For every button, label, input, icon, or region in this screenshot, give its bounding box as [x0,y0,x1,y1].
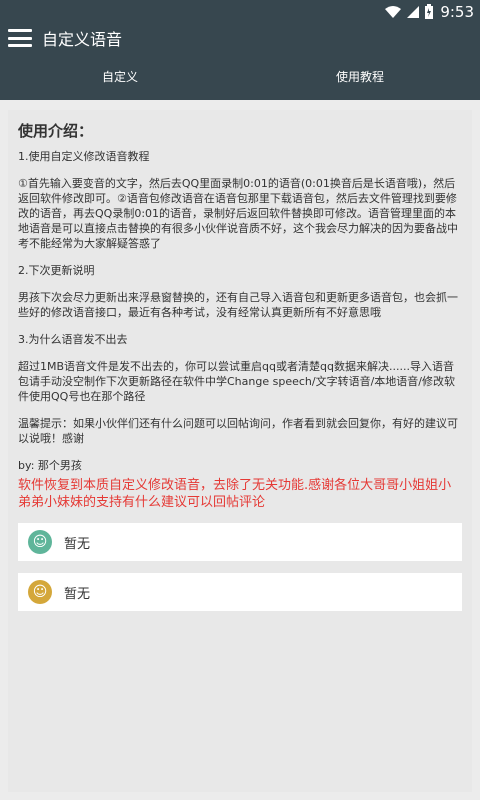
content-card: 使用介绍： 1.使用自定义修改语音教程 ①首先输入要变音的文字，然后去QQ里面录… [8,110,472,792]
signal-icon [407,6,420,18]
section3-title: 3.为什么语音发不出去 [18,333,128,346]
author-text: by: 那个男孩 [18,459,82,472]
tab-bar: 自定义 使用教程 [0,52,480,100]
notice-text: 软件恢复到本质自定义修改语音，去除了无关功能.感谢各位大哥哥小姐姐小弟弟小妹妹的… [18,478,452,510]
list-item[interactable]: ☺ 暂无 [18,573,462,611]
app-title: 自定义语音 [42,30,123,49]
section3-body: 超过1MB语音文件是发不出去的，你可以尝试重启qq或者清楚qq数据来解决....… [18,360,455,403]
tab-tutorial[interactable]: 使用教程 [240,52,480,100]
app-bar: 自定义语音 [0,24,480,52]
battery-icon [425,4,434,19]
section1-title: 1.使用自定义修改语音教程 [18,150,150,163]
menu-icon[interactable] [8,29,32,47]
status-icons [384,4,434,20]
status-time: 9:53 [440,3,474,21]
list-item-label: 暂无 [64,536,91,552]
smile-face-icon: ☺ [28,580,52,604]
list-item-label: 暂无 [64,586,91,602]
smile-face-icon: ☺ [28,530,52,554]
section2-body: 男孩下次会尽力更新出来浮悬窗替换的，还有自己导入语音包和更新更多语音包，也会抓一… [18,291,458,319]
list-item[interactable]: ☺ 暂无 [18,523,462,561]
tab-custom[interactable]: 自定义 [0,52,240,100]
tip-text: 温馨提示：如果小伙伴们还有什么问题可以回帖询问，作者看到就会回复你，有好的建议可… [18,417,458,445]
intro-title: 使用介绍： [18,122,94,140]
status-bar: 9:53 [0,0,480,24]
wifi-icon [385,6,402,18]
section1-body: ①首先输入要变音的文字，然后去QQ里面录制0:01的语音(0:01换音后是长语音… [18,177,458,250]
section2-title: 2.下次更新说明 [18,264,95,277]
